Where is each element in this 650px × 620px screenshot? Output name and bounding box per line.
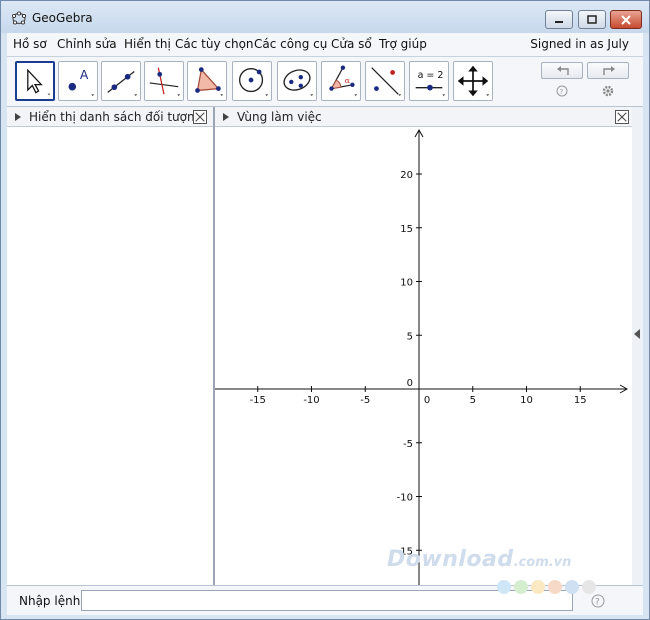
point-icon: A (68, 68, 95, 97)
minimize-icon (555, 20, 563, 23)
panel-area: Hiển thị danh sách đối tượng Vùng làm vi… (7, 107, 632, 585)
graphics-view-title: Vùng làm việc (237, 110, 322, 124)
conic-tool-button[interactable] (277, 61, 317, 101)
y-tick-label-2: 10 (400, 278, 413, 289)
watermark-sub: .com.vn (513, 555, 572, 570)
title-bar[interactable]: GeoGebra (1, 1, 649, 33)
menu-bar: Hồ sơ Chỉnh sửa Hiển thị Các tùy chọn Cá… (7, 33, 643, 57)
point-tool-button[interactable]: A (58, 61, 98, 101)
svg-text:?: ? (560, 88, 564, 96)
redo-button[interactable] (587, 62, 629, 79)
menu-help[interactable]: Trợ giúp (379, 37, 427, 51)
x-tick-label-3: 0 (424, 395, 430, 406)
menu-edit[interactable]: Chỉnh sửa (57, 37, 117, 51)
angle-tool-button[interactable]: α (321, 61, 361, 101)
y-tick-label-3: 5 (407, 331, 413, 342)
angle-icon: α (329, 65, 358, 97)
watermark-dot-1 (514, 580, 528, 594)
reflect-tool-button[interactable] (365, 61, 405, 101)
polygon-tool-button[interactable] (187, 61, 227, 101)
x-tick-label-1: -10 (303, 395, 319, 406)
toolbar-help-icon[interactable]: ? (556, 85, 568, 97)
command-input[interactable] (81, 590, 573, 611)
x-tick-label-4: 5 (470, 395, 476, 406)
graphics-expand-icon[interactable] (223, 113, 229, 121)
x-tick-label-0: -15 (250, 395, 266, 406)
input-label: Nhập lệnh: (19, 594, 85, 608)
menu-window[interactable]: Cửa sổ (331, 37, 372, 51)
reflect-line-icon (371, 67, 402, 97)
line-tool-button[interactable] (101, 61, 141, 101)
point-tool-label: A (80, 68, 89, 82)
watermark-dot-5 (582, 580, 596, 594)
ellipse-icon (283, 69, 314, 97)
y-tick-label-6: -10 (397, 493, 413, 504)
watermark-dots (497, 579, 599, 594)
line-icon (107, 71, 138, 97)
close-icon (621, 14, 631, 25)
x-tick-label-6: 15 (574, 395, 587, 406)
slider-icon: a = 2 (415, 70, 446, 97)
x-tick-label-2: -5 (360, 395, 370, 406)
redo-icon (603, 66, 615, 75)
expand-perspective-icon[interactable] (634, 329, 640, 339)
slider-tool-button[interactable]: a = 2 (409, 61, 449, 101)
input-help-icon[interactable]: ? (591, 594, 605, 608)
svg-text:?: ? (595, 598, 600, 608)
algebra-view-title: Hiển thị danh sách đối tượng (29, 110, 203, 124)
maximize-button[interactable] (578, 10, 606, 29)
algebra-view[interactable] (7, 127, 213, 585)
cursor-arrow-icon (27, 68, 51, 96)
watermark-dot-2 (531, 580, 545, 594)
menu-view[interactable]: Hiển thị (124, 37, 171, 51)
download-watermark: Download.com.vn (387, 547, 571, 572)
algebra-close-icon[interactable] (193, 110, 207, 124)
polygon-icon (195, 67, 224, 97)
geogebra-logo-icon (11, 11, 27, 25)
graphics-view-header: Vùng làm việc (215, 107, 632, 127)
close-window-button[interactable] (610, 10, 642, 29)
graphics-view[interactable]: 0 -15 -10 -5 0 5 10 15 20 15 10 5 -5 -10 -15 (215, 127, 632, 585)
watermark-dot-3 (548, 580, 562, 594)
minimize-button[interactable] (545, 10, 573, 29)
origin-label: 0 (407, 378, 413, 389)
move-arrows-icon (457, 65, 490, 97)
toolbar: A α a = 2 ? (7, 57, 643, 107)
undo-icon (557, 66, 569, 75)
watermark-dot-4 (565, 580, 579, 594)
circle-tool-button[interactable] (232, 61, 272, 101)
move-graphics-view-tool-button[interactable] (453, 61, 493, 101)
watermark-dot-0 (497, 580, 511, 594)
circle-icon (238, 67, 269, 97)
move-tool-button[interactable] (15, 61, 55, 101)
menu-file[interactable]: Hồ sơ (13, 37, 47, 51)
algebra-view-header: Hiển thị danh sách đối tượng (7, 107, 213, 127)
algebra-expand-icon[interactable] (15, 113, 21, 121)
right-collapse-strip (632, 107, 643, 585)
geogebra-window: GeoGebra Hồ sơ Chỉnh sửa Hiển thị Các tù… (0, 0, 650, 620)
signed-in-status[interactable]: Signed in as July (530, 37, 629, 51)
menu-options[interactable]: Các tùy chọn (175, 37, 254, 51)
gear-icon[interactable] (601, 84, 615, 98)
watermark-main: Download (387, 547, 514, 572)
graphics-close-icon[interactable] (615, 110, 629, 124)
y-tick-label-5: -5 (403, 439, 413, 450)
maximize-icon (587, 14, 597, 24)
slider-tool-label: a = 2 (418, 70, 444, 81)
undo-button[interactable] (541, 62, 583, 79)
perpendicular-line-icon (149, 67, 181, 97)
y-tick-label-1: 15 (400, 224, 413, 235)
x-tick-label-5: 10 (520, 395, 533, 406)
angle-alpha-label: α (345, 76, 350, 85)
coordinate-axes: 0 -15 -10 -5 0 5 10 152015105-5-10-15 (215, 128, 629, 585)
y-tick-label-0: 20 (400, 170, 413, 181)
window-title: GeoGebra (32, 11, 93, 25)
menu-tools[interactable]: Các công cụ (254, 37, 327, 51)
perpendicular-line-tool-button[interactable] (144, 61, 184, 101)
